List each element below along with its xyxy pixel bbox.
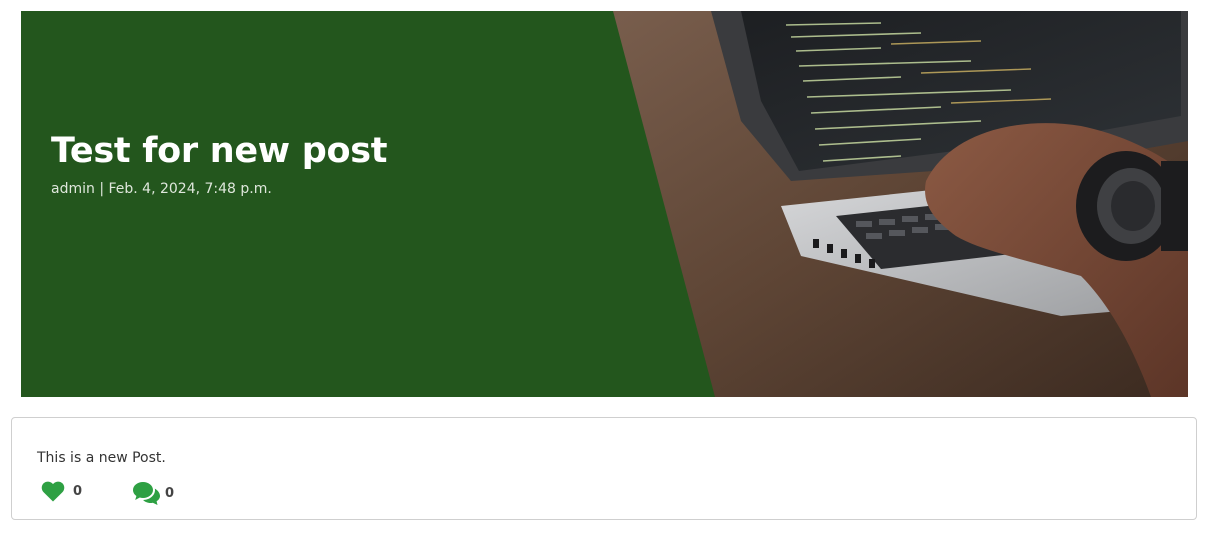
comments-button[interactable]: 0 <box>132 481 174 505</box>
post-hero: Test for new post admin | Feb. 4, 2024, … <box>21 11 1188 397</box>
post-meta: admin | Feb. 4, 2024, 7:48 p.m. <box>51 181 272 197</box>
comments-icon <box>133 482 160 505</box>
like-button[interactable]: 0 <box>41 481 82 502</box>
post-title: Test for new post <box>51 131 388 171</box>
heart-icon <box>41 481 65 502</box>
like-count: 0 <box>73 484 83 499</box>
post-card: This is a new Post. 0 0 <box>11 417 1197 520</box>
post-body: This is a new Post. <box>37 450 166 466</box>
laptop-photo <box>21 11 1188 397</box>
comment-count: 0 <box>165 485 175 501</box>
